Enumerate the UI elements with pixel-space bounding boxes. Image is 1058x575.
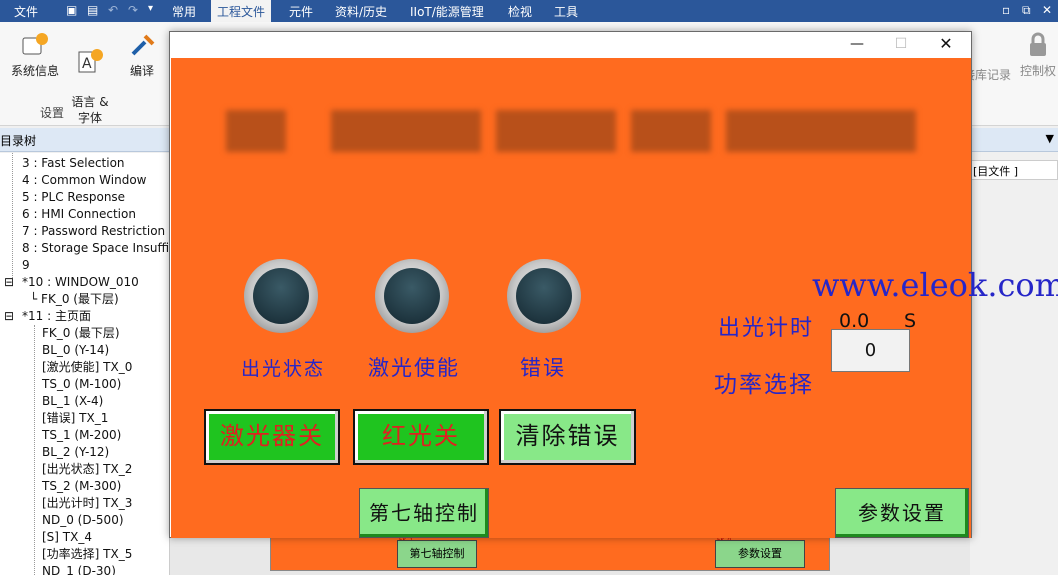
tree-item[interactable]: BL_0 (Y-14) [42,342,109,359]
tree-expander-icon[interactable]: ⊟ [4,308,14,325]
tree-item[interactable]: 9 [22,257,30,274]
directory-tree: 3 : Fast Selection 4 : Common Window 5 :… [0,153,170,575]
menu-iiot[interactable]: IIoT/能源管理 [410,3,484,20]
undo-icon[interactable]: ↶ [108,3,118,17]
menu-view[interactable]: 检视 [508,3,532,20]
axis7-control-button[interactable]: 第七轴控制 [359,488,489,538]
tree-item[interactable]: [功率选择] TX_5 [42,546,132,563]
ribbon-group-label: 设置 [40,106,65,120]
canvas-axis7-button[interactable]: 第七轴控制 [397,540,477,568]
tree-item[interactable]: TS_0 (M-100) [42,376,121,393]
restore-icon[interactable]: ⧉ [1022,3,1031,18]
system-info-icon [22,33,48,55]
tree-item[interactable]: [出光状态] TX_2 [42,461,132,478]
tree-item[interactable]: [错误] TX_1 [42,410,108,427]
menu-common[interactable]: 常用 [172,3,196,20]
minimize-icon[interactable]: — [837,34,877,54]
editor-canvas-strip: FK_1 第七轴控制 FK_0 参数设置 [170,537,970,575]
dialog-titlebar: — ☐ ✕ [170,32,971,57]
power-value-input[interactable]: 0 [831,329,910,372]
tree-item[interactable]: FK_0 (最下层) [42,325,120,342]
watermark-text: www.eleok.com [812,266,1058,304]
chevron-down-icon[interactable]: ▼ [1046,132,1054,145]
lock-icon [1030,32,1046,56]
tree-item[interactable]: 4 : Common Window [22,172,146,189]
tree-item[interactable]: 3 : Fast Selection [22,155,125,172]
menu-project-file[interactable]: 工程文件 [211,0,272,22]
tree-item[interactable]: TS_1 (M-200) [42,427,121,444]
dropdown-icon[interactable]: ▾ [148,3,153,14]
tree-item[interactable]: 8 : Storage Space Insufficient [22,240,169,257]
maximize-icon[interactable]: ☐ [881,34,921,54]
menu-tools[interactable]: 工具 [554,3,578,20]
tree-item[interactable]: └ FK_0 (最下层) [30,291,119,308]
timer-label: 出光计时 [718,316,815,341]
editor-canvas: FK_1 第七轴控制 FK_0 参数设置 [270,537,830,571]
tree-item[interactable]: 6 : HMI Connection [22,206,136,223]
canvas-params-button[interactable]: 参数设置 [715,540,805,568]
wrench-icon [131,34,155,56]
lamp-laser-enable [375,259,449,333]
power-label: 功率选择 [714,372,814,398]
language-font-icon: A [78,49,103,73]
tree-item[interactable]: [激光使能] TX_0 [42,359,132,376]
blurred-title [226,102,916,160]
save-icon[interactable]: ▣ [66,3,77,17]
clear-error-button[interactable]: 清除错误 [499,409,636,465]
menu-component[interactable]: 元件 [289,3,313,20]
lamp-label: 出光状态 [241,358,326,380]
lamp-label: 错误 [520,356,566,380]
close-icon[interactable]: ✕ [926,34,966,54]
tree-item[interactable]: [S] TX_4 [42,529,92,546]
tree-item[interactable]: BL_1 (X-4) [42,393,103,410]
language-font-button[interactable]: A 语言 & 字体 [66,30,114,126]
control-right-button[interactable]: 控制权 [1018,30,1058,79]
menu-data-history[interactable]: 资料/历史 [335,3,387,20]
tree-item[interactable]: 7 : Password Restriction [22,223,165,240]
tree-item[interactable]: 5 : PLC Response [22,189,125,206]
menu-file[interactable]: 文件 [14,3,38,20]
save-as-icon[interactable]: ▤ [87,3,98,17]
right-panel-tab[interactable]: [目文件 ] [970,160,1058,180]
lamp-error [507,259,581,333]
red-light-off-button[interactable]: 红光关 [353,409,489,465]
parameter-settings-button[interactable]: 参数设置 [835,488,969,538]
lamp-label: 激光使能 [368,356,460,380]
tree-header-title: 目录树 [0,134,37,148]
tree-expander-icon[interactable]: ⊟ [4,274,14,291]
lamp-output-status [244,259,318,333]
close-icon[interactable]: ✕ [1042,3,1052,17]
tree-header: 目录树 [0,128,170,152]
tree-item[interactable]: TS_2 (M-300) [42,478,121,495]
redo-icon[interactable]: ↷ [128,3,138,17]
right-panel: ▼ [目文件 ] [970,128,1058,575]
tree-item[interactable]: ND_0 (D-500) [42,512,124,529]
laser-off-button[interactable]: 激光器关 [204,409,340,465]
system-info-button[interactable]: 系统信息 [8,30,62,79]
tree-item[interactable]: BL_2 (Y-12) [42,444,109,461]
svg-text:A: A [82,56,92,72]
tree-item[interactable]: [出光计时] TX_3 [42,495,132,512]
tree-item[interactable]: *10 : WINDOW_010 [22,274,139,291]
right-panel-header: ▼ [970,128,1058,152]
tree-item[interactable]: *11 : 主页面 [22,308,91,325]
ribbon-toggle-icon[interactable]: ▫ [1002,3,1010,17]
compile-button[interactable]: 编译 [122,30,162,79]
tree-item[interactable]: ND_1 (D-30) [42,563,116,575]
menu-bar: 文件 ▣ ▤ ↶ ↷ ▾ 常用 工程文件 元件 资料/历史 IIoT/能源管理 … [0,0,1058,22]
